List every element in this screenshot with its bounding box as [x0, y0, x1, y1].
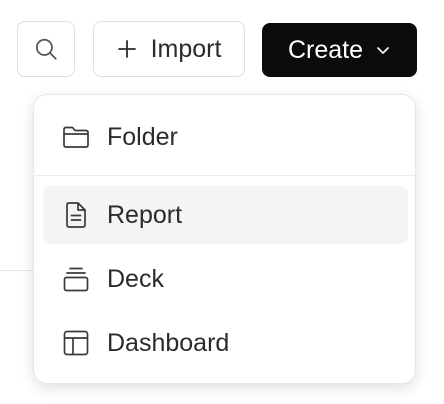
- menu-separator: [34, 175, 415, 176]
- search-icon: [31, 34, 61, 64]
- chevron-down-icon: [375, 35, 391, 65]
- menu-item-dashboard[interactable]: Dashboard: [43, 314, 408, 372]
- folder-icon: [61, 122, 91, 152]
- menu-item-label: Deck: [107, 264, 164, 293]
- import-label: Import: [150, 34, 222, 63]
- document-icon: [61, 200, 91, 230]
- menu-item-label: Report: [107, 200, 183, 229]
- create-label: Create: [287, 35, 364, 64]
- plus-icon: [117, 34, 137, 64]
- create-dropdown-menu: Folder Report Deck Dashboard: [33, 94, 416, 384]
- search-button[interactable]: [17, 21, 75, 77]
- menu-item-folder[interactable]: Folder: [43, 108, 408, 166]
- toolbar: Import Create: [0, 21, 444, 77]
- import-button[interactable]: Import: [93, 21, 245, 77]
- deck-icon: [61, 264, 91, 294]
- menu-item-report[interactable]: Report: [43, 186, 408, 244]
- create-button[interactable]: Create: [262, 23, 417, 77]
- menu-item-label: Folder: [107, 122, 178, 151]
- page: Import Create Folder Report Deck Dashboa…: [0, 0, 444, 404]
- menu-item-deck[interactable]: Deck: [43, 250, 408, 308]
- dashboard-icon: [61, 328, 91, 358]
- menu-item-label: Dashboard: [107, 328, 230, 357]
